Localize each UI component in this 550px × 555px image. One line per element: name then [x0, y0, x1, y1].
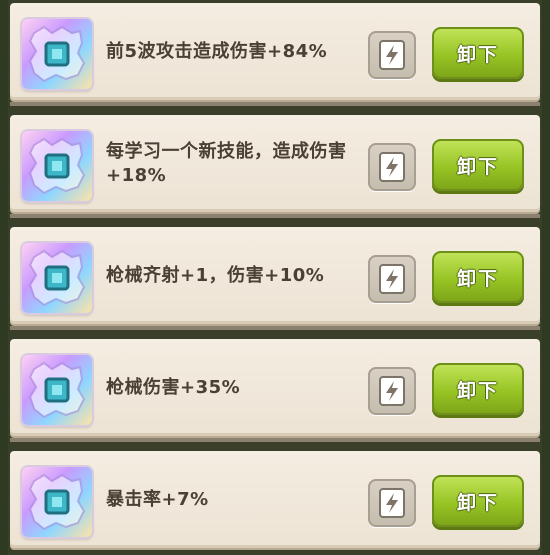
unload-button[interactable]: 卸下	[432, 363, 524, 415]
rainbow-crystal-icon[interactable]	[22, 467, 92, 537]
skill-row: 枪械齐射+1，伤害+10% 卸下	[10, 227, 540, 330]
unload-button[interactable]: 卸下	[432, 27, 524, 79]
unload-button[interactable]: 卸下	[432, 139, 524, 191]
row-divider	[10, 326, 540, 330]
skill-row: 枪械伤害+35% 卸下	[10, 339, 540, 442]
row-divider	[10, 102, 540, 106]
lightning-lock-icon[interactable]	[368, 31, 416, 79]
rainbow-crystal-icon[interactable]	[22, 355, 92, 425]
skill-description: 枪械伤害+35%	[106, 376, 241, 398]
row-divider	[10, 438, 540, 442]
unload-button[interactable]: 卸下	[432, 251, 524, 303]
lightning-lock-icon[interactable]	[368, 255, 416, 303]
skill-row: 前5波攻击造成伤害+84% 卸下	[10, 3, 540, 106]
rainbow-crystal-icon[interactable]	[22, 243, 92, 313]
rainbow-crystal-icon[interactable]	[22, 19, 92, 89]
rainbow-crystal-icon[interactable]	[22, 131, 92, 201]
skill-description: 每学习一个新技能，造成伤害+18%	[106, 140, 347, 186]
skill-description: 枪械齐射+1，伤害+10%	[106, 264, 325, 286]
skill-row: 每学习一个新技能，造成伤害+18% 卸下	[10, 115, 540, 218]
lightning-lock-icon[interactable]	[368, 479, 416, 527]
skill-description: 暴击率+7%	[106, 488, 209, 510]
skill-description: 前5波攻击造成伤害+84%	[106, 40, 328, 62]
skill-row: 暴击率+7% 卸下	[10, 451, 540, 548]
row-divider	[10, 214, 540, 218]
lightning-lock-icon[interactable]	[368, 367, 416, 415]
unload-button[interactable]: 卸下	[432, 475, 524, 527]
lightning-lock-icon[interactable]	[368, 143, 416, 191]
